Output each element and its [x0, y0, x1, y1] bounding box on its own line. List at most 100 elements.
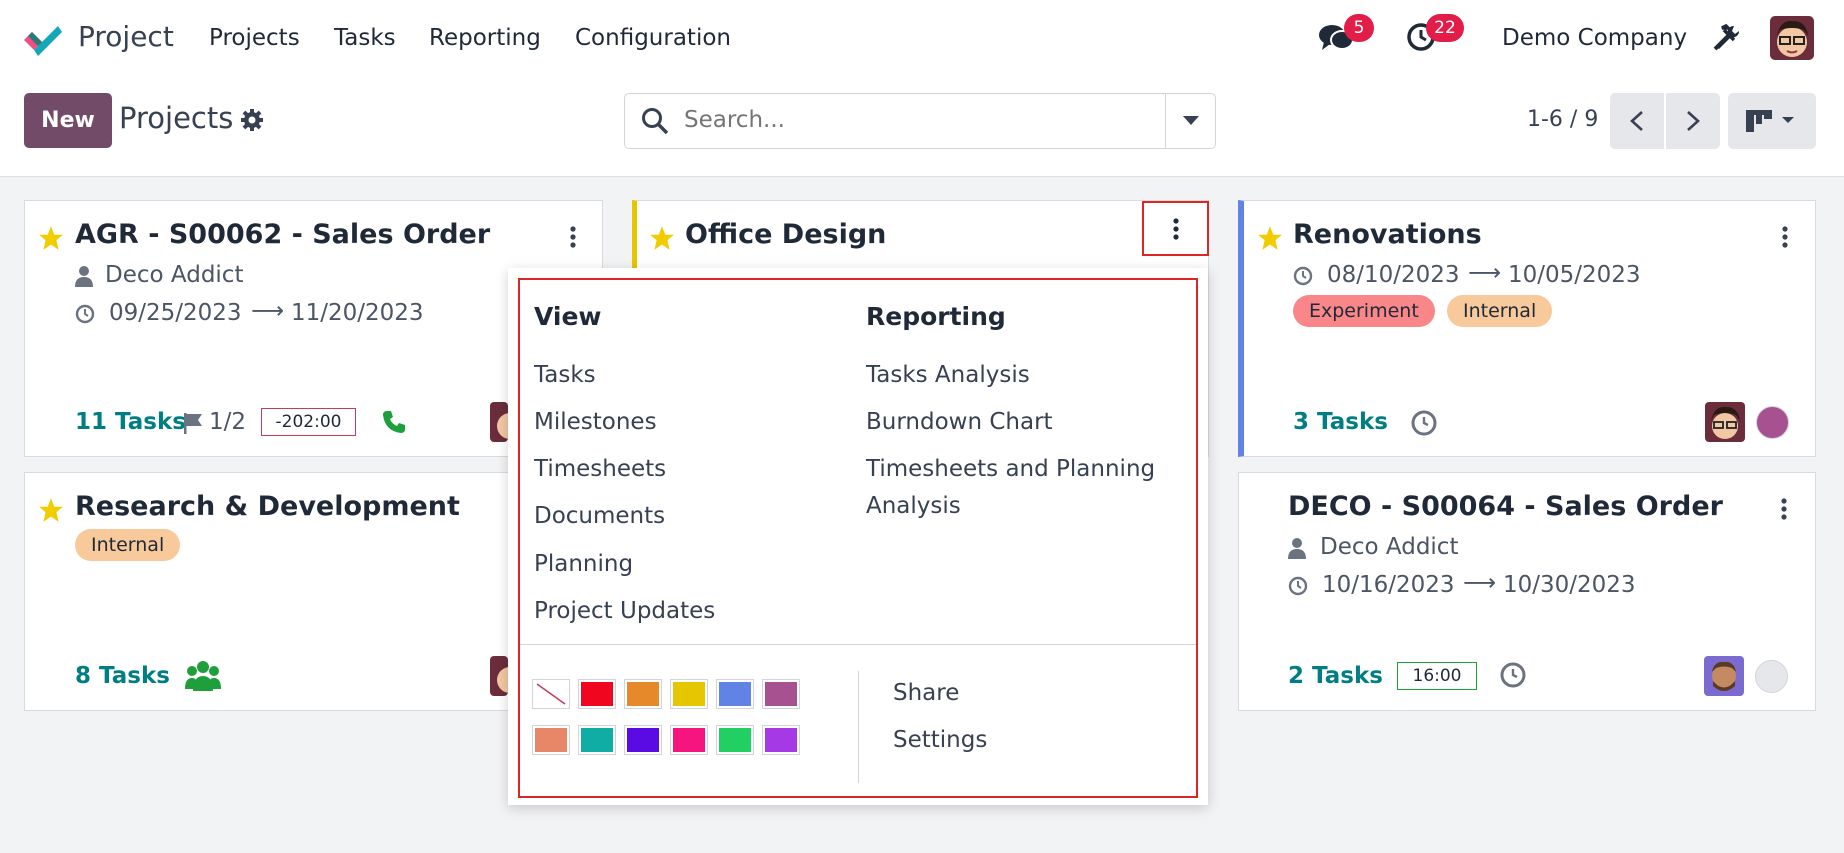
tasks-count-link[interactable]: 2 Tasks [1288, 663, 1383, 689]
chevron-left-icon [1630, 111, 1643, 131]
settings-action[interactable]: Settings [893, 727, 987, 753]
empty-avatar [1755, 660, 1788, 693]
users-icon[interactable] [185, 659, 221, 691]
color-swatch-indigo[interactable] [624, 725, 662, 755]
tasks-count-link[interactable]: 11 Tasks [75, 409, 186, 435]
color-swatch-none[interactable] [532, 679, 570, 709]
favorite-star-icon[interactable] [38, 225, 64, 251]
favorite-star-icon[interactable] [38, 497, 64, 523]
color-swatch-salmon[interactable] [532, 725, 570, 755]
menu-documents-link[interactable]: Documents [534, 503, 665, 529]
project-title[interactable]: AGR - S00062 - Sales Order [75, 219, 490, 250]
remaining-hours-badge: 16:00 [1397, 662, 1477, 690]
arrow-right-icon: ⟶ [1468, 260, 1501, 286]
menu-milestones-link[interactable]: Milestones [534, 409, 657, 435]
assignee-avatar [1705, 402, 1745, 442]
project-title[interactable]: DECO - S00064 - Sales Order [1288, 491, 1723, 522]
page-title: Projects [119, 101, 234, 135]
clock-icon [1293, 266, 1313, 286]
menu-configuration[interactable]: Configuration [575, 25, 731, 51]
date-start: 09/25/2023 [109, 300, 242, 326]
kebab-menu-icon[interactable] [1781, 226, 1789, 248]
menu-planning-link[interactable]: Planning [534, 551, 633, 577]
menu-projects[interactable]: Projects [209, 25, 300, 51]
menu-timesheets-link[interactable]: Timesheets [534, 456, 666, 482]
view-heading: View [534, 302, 602, 331]
search-bar [624, 93, 1216, 149]
customer-name: Deco Addict [1320, 534, 1459, 560]
pager-value[interactable]: 1-6 / 9 [1527, 107, 1598, 132]
kebab-menu-icon [1173, 218, 1179, 240]
activity-clock-icon[interactable] [1499, 661, 1527, 689]
menu-tasks-link[interactable]: Tasks [534, 362, 596, 388]
assignee-avatar [1704, 656, 1744, 696]
tasks-count-link[interactable]: 3 Tasks [1293, 409, 1388, 435]
messages-button[interactable]: 5 [1318, 14, 1374, 58]
gear-icon[interactable] [240, 108, 264, 132]
color-swatch-teal[interactable] [578, 725, 616, 755]
app-name[interactable]: Project [78, 20, 174, 53]
customer-name: Deco Addict [105, 262, 244, 288]
activities-button[interactable]: 22 [1406, 14, 1464, 56]
kebab-menu-icon[interactable] [1780, 498, 1788, 520]
avatar-image [490, 656, 508, 696]
tools-icon[interactable] [1712, 24, 1740, 52]
color-swatch-blue[interactable] [716, 679, 754, 709]
tasks-count-link[interactable]: 8 Tasks [75, 663, 170, 689]
messages-badge: 5 [1344, 14, 1374, 42]
tag-experiment: Experiment [1293, 295, 1435, 327]
search-options-toggle[interactable] [1165, 94, 1215, 148]
kebab-menu-icon[interactable] [569, 226, 577, 248]
user-icon [1288, 538, 1306, 559]
favorite-star-icon[interactable] [1257, 225, 1283, 251]
assignee-avatar [490, 402, 508, 442]
search-input[interactable] [684, 107, 1144, 133]
activity-clock-icon[interactable] [1410, 409, 1438, 437]
new-button[interactable]: New [24, 93, 112, 148]
color-swatch-red[interactable] [578, 679, 616, 709]
color-swatch-orange[interactable] [624, 679, 662, 709]
project-card-renovations[interactable]: Renovations 08/10/2023 ⟶ 10/05/2023 Expe… [1238, 200, 1816, 457]
project-app-logo[interactable] [20, 20, 62, 58]
card-menu-toggle[interactable] [1142, 201, 1209, 256]
project-title[interactable]: Renovations [1293, 219, 1482, 250]
pager-next-button[interactable] [1666, 93, 1720, 149]
menu-timesheets-planning-link-line2[interactable]: Analysis [866, 493, 961, 519]
caret-down-icon [1183, 116, 1199, 125]
avatar-image [1704, 656, 1744, 696]
color-swatch-pink[interactable] [670, 725, 708, 755]
menu-project-updates-link[interactable]: Project Updates [534, 598, 715, 624]
project-title[interactable]: Research & Development [75, 491, 460, 522]
color-swatch-violet[interactable] [762, 725, 800, 755]
menu-reporting[interactable]: Reporting [429, 25, 541, 51]
color-swatch-purple[interactable] [762, 679, 800, 709]
card-options-dropdown: View Tasks Milestones Timesheets Documen… [508, 268, 1208, 805]
control-panel: New Projects 1-6 / 9 [0, 77, 1844, 177]
flag-icon [184, 413, 202, 434]
pager-previous-button[interactable] [1610, 93, 1664, 149]
date-end: 11/20/2023 [291, 300, 424, 326]
tag-internal: Internal [75, 529, 181, 561]
share-action[interactable]: Share [893, 680, 959, 706]
user-icon [75, 266, 93, 287]
date-end: 10/30/2023 [1503, 572, 1636, 598]
search-icon [642, 108, 669, 135]
company-switcher[interactable]: Demo Company [1502, 25, 1687, 51]
favorite-star-icon[interactable] [649, 225, 675, 251]
menu-tasks[interactable]: Tasks [334, 25, 396, 51]
dropdown-divider [520, 644, 1196, 645]
color-swatch-green[interactable] [716, 725, 754, 755]
user-avatar[interactable] [1770, 16, 1814, 60]
project-title[interactable]: Office Design [685, 219, 886, 250]
menu-timesheets-planning-link[interactable]: Timesheets and Planning [866, 456, 1155, 482]
clock-icon [1288, 576, 1308, 596]
top-navbar: Project Projects Tasks Reporting Configu… [0, 0, 1844, 77]
menu-tasks-analysis-link[interactable]: Tasks Analysis [866, 362, 1030, 388]
menu-burndown-chart-link[interactable]: Burndown Chart [866, 409, 1053, 435]
view-switcher-button[interactable] [1728, 93, 1816, 149]
project-card-deco[interactable]: DECO - S00064 - Sales Order Deco Addict … [1238, 472, 1816, 711]
remaining-hours-badge: -202:00 [261, 408, 356, 436]
color-swatch-yellow[interactable] [670, 679, 708, 709]
phone-icon[interactable] [381, 409, 407, 435]
avatar-image [1705, 402, 1745, 442]
